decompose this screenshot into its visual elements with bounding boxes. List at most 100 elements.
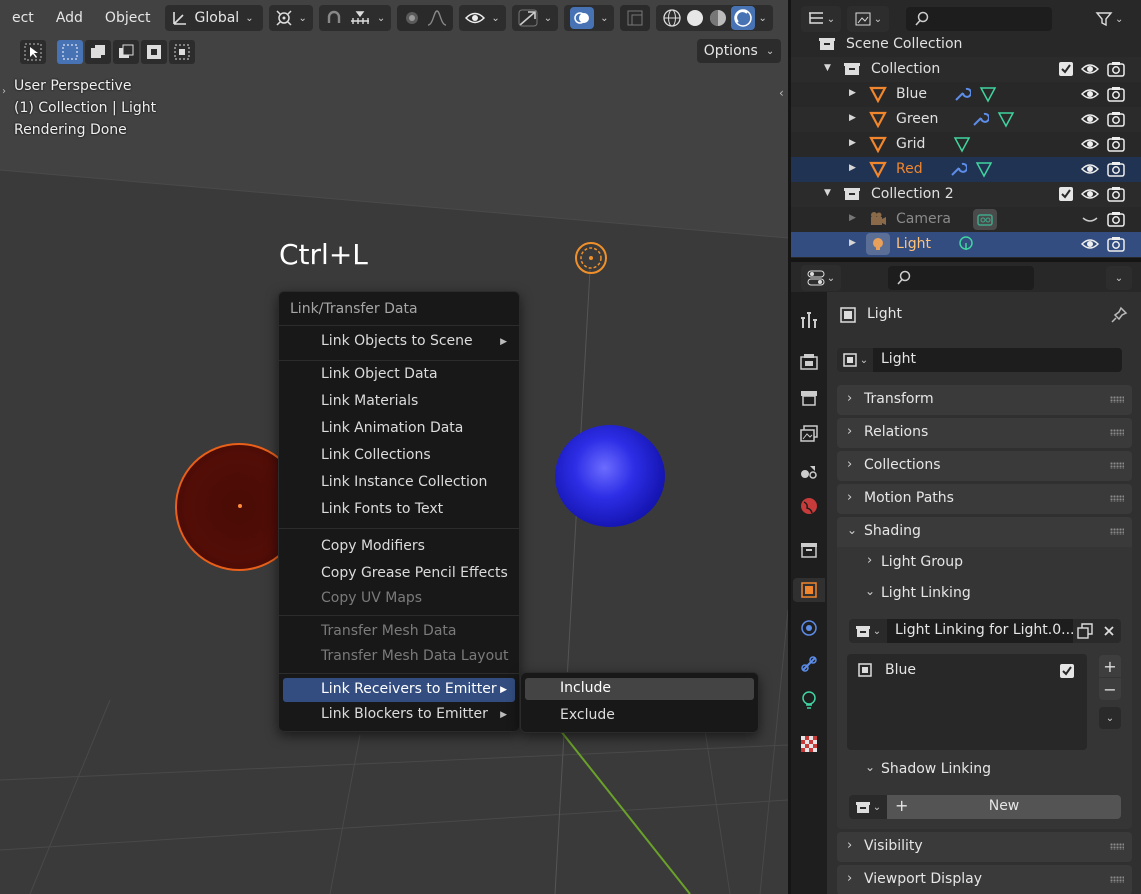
new-collection-button[interactable]: + New (887, 795, 1121, 819)
material-shading-icon[interactable] (708, 8, 728, 28)
transform-orientation-dropdown[interactable]: Global ⌄ (164, 5, 263, 31)
menu-item-link-materials[interactable]: Link Materials (321, 393, 418, 409)
exclude-checkbox-icon[interactable] (1057, 185, 1075, 203)
light-linking-collection-browse[interactable]: ⌄ (849, 619, 887, 643)
eye-closed-icon[interactable] (1081, 210, 1099, 228)
tab-view-layer[interactable] (797, 422, 821, 446)
modifier-wrench-icon[interactable] (949, 160, 967, 178)
panel-viewport-display[interactable]: › Viewport Display (837, 865, 1132, 894)
outliner-row-collection[interactable]: ▼ Collection (791, 57, 1141, 82)
expand-arrow-icon[interactable]: ▶ (849, 163, 856, 173)
camera-render-icon[interactable] (1107, 110, 1125, 128)
snap-increment-icon[interactable] (349, 9, 371, 27)
eye-icon[interactable] (1081, 185, 1099, 203)
light-linking-collection-field[interactable]: Light Linking for Light.0... (887, 619, 1075, 643)
menu-item-link-blockers-to-emitter[interactable]: Link Blockers to Emitter (321, 706, 488, 722)
camera-render-icon[interactable] (1107, 60, 1125, 78)
modifier-wrench-icon[interactable] (953, 85, 971, 103)
tab-output[interactable] (797, 386, 821, 410)
add-item-button[interactable]: + (1099, 655, 1121, 677)
tab-object-data[interactable] (797, 688, 821, 712)
eye-icon[interactable] (1081, 60, 1099, 78)
list-specials-dropdown[interactable]: ⌄ (1099, 707, 1121, 729)
eye-icon[interactable] (1081, 85, 1099, 103)
visibility-dropdown[interactable]: ⌄ (459, 5, 506, 31)
pin-icon[interactable] (1110, 306, 1128, 324)
options-dropdown[interactable]: Options ⌄ (697, 39, 781, 63)
rendered-shading-icon[interactable] (733, 8, 753, 28)
camera-render-icon[interactable] (1107, 210, 1125, 228)
tab-scene[interactable] (797, 458, 821, 482)
falloff-curve-icon[interactable] (427, 9, 447, 27)
xray-toggle[interactable] (620, 5, 651, 31)
panel-motion-paths[interactable]: › Motion Paths (837, 484, 1132, 514)
tab-world[interactable] (797, 494, 821, 518)
select-new-button[interactable] (57, 40, 83, 64)
eye-icon[interactable] (1081, 160, 1099, 178)
unlink-collection-button[interactable] (1097, 619, 1121, 643)
snap-controls[interactable]: ⌄ (318, 5, 392, 31)
tab-constraints[interactable] (797, 652, 821, 676)
pivot-point-dropdown[interactable]: ⌄ (268, 5, 313, 31)
xray-icon[interactable] (626, 9, 644, 27)
display-mode-dropdown[interactable]: ⌄ (847, 6, 889, 32)
properties-search-input[interactable] (888, 266, 1034, 290)
expand-arrow-icon[interactable]: ▶ (849, 113, 856, 123)
light-object-icon[interactable] (574, 241, 608, 275)
shadow-linking-collection-browse[interactable]: ⌄ (849, 795, 887, 819)
eye-icon[interactable] (1081, 135, 1099, 153)
camera-render-icon[interactable] (1107, 185, 1125, 203)
select-invert-button[interactable] (141, 40, 167, 64)
collapse-arrow-icon[interactable]: ▼ (824, 188, 831, 198)
object-name-field[interactable]: Light (873, 348, 1122, 372)
expand-arrow-icon[interactable]: ▶ (849, 138, 856, 148)
toolbar-collapse-arrow[interactable]: › (2, 86, 6, 97)
outliner-row-scene-collection[interactable]: Scene Collection (791, 32, 1141, 57)
duplicate-collection-button[interactable] (1073, 619, 1097, 643)
outliner-search-input[interactable] (906, 7, 1052, 31)
outliner-row-grid[interactable]: ▶ Grid (791, 132, 1141, 157)
menu-item-link-collections[interactable]: Link Collections (321, 447, 431, 463)
camera-render-icon[interactable] (1107, 235, 1125, 253)
mesh-data-icon[interactable] (953, 135, 971, 153)
blue-sphere-object[interactable] (555, 425, 665, 527)
outliner-row-green[interactable]: ▶ Green (791, 107, 1141, 132)
outliner-row-blue[interactable]: ▶ Blue (791, 82, 1141, 107)
camera-render-icon[interactable] (1107, 160, 1125, 178)
proportional-editing-icon[interactable] (403, 9, 421, 27)
sidebar-expand-arrow[interactable]: ‹ (779, 86, 784, 100)
menu-add[interactable]: Add (48, 6, 91, 30)
menu-item-link-receivers-to-emitter[interactable]: Link Receivers to Emitter (321, 681, 497, 697)
light-data-icon[interactable] (957, 235, 975, 253)
panel-relations[interactable]: › Relations (837, 418, 1132, 448)
menu-item-link-animation-data[interactable]: Link Animation Data (321, 420, 463, 436)
menu-select[interactable]: ect (4, 6, 42, 30)
filter-dropdown[interactable]: ⌄ (1095, 6, 1137, 32)
outliner-row-light[interactable]: ▶ Light (791, 232, 1141, 257)
mesh-data-icon[interactable] (997, 110, 1015, 128)
subpanel-light-group[interactable]: › Light Group (837, 547, 1132, 578)
tab-tool[interactable] (797, 308, 821, 332)
drag-grip-icon[interactable] (1110, 843, 1124, 850)
overlays-dropdown[interactable]: ⌄ (564, 5, 615, 31)
collapse-arrow-icon[interactable]: ▼ (824, 63, 831, 73)
properties-options-dropdown[interactable]: ⌄ (1106, 266, 1132, 290)
select-tool-button[interactable] (20, 40, 46, 64)
submenu-item-exclude[interactable]: Exclude (560, 707, 615, 723)
wireframe-shading-icon[interactable] (662, 8, 682, 28)
expand-arrow-icon[interactable]: ▶ (849, 238, 856, 248)
mesh-data-icon[interactable] (975, 160, 993, 178)
expand-arrow-icon[interactable]: ▶ (849, 213, 856, 223)
solid-shading-icon[interactable] (685, 8, 705, 28)
subpanel-shadow-linking[interactable]: ⌄ Shadow Linking (837, 754, 1132, 785)
light-linking-list[interactable]: Blue (847, 654, 1087, 750)
menu-item-link-objects-to-scene[interactable]: Link Objects to Scene (321, 333, 473, 349)
panel-shading-header[interactable]: ⌄ Shading (837, 517, 1132, 547)
shading-modes[interactable]: ⌄ (656, 5, 773, 31)
tab-texture[interactable] (797, 732, 821, 756)
properties-editor-type-dropdown[interactable]: ⌄ (801, 265, 841, 291)
expand-arrow-icon[interactable]: ▶ (849, 88, 856, 98)
menu-item-copy-modifiers[interactable]: Copy Modifiers (321, 538, 425, 554)
camera-data-button[interactable] (973, 209, 997, 230)
menu-item-copy-grease-pencil-effects[interactable]: Copy Grease Pencil Effects (321, 565, 508, 581)
